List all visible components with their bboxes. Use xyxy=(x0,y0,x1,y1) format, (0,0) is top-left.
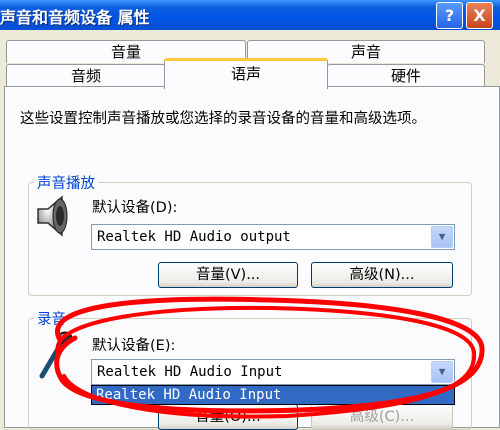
recording-advanced-button[interactable]: 高级(C)... xyxy=(311,404,453,430)
chevron-down-icon[interactable]: ▼ xyxy=(431,226,453,248)
recording-group-title: 录音 xyxy=(34,308,69,329)
close-button[interactable]: X xyxy=(466,2,493,29)
playback-device-value: Realtek HD Audio output xyxy=(97,229,291,245)
recording-dropdown-option[interactable]: Realtek HD Audio Input xyxy=(91,385,455,405)
recording-volume-button[interactable]: 音量(O)... xyxy=(158,404,298,430)
title-bar: 声音和音频设备 属性 ? X xyxy=(0,0,500,30)
help-button[interactable]: ? xyxy=(436,2,463,29)
playback-advanced-button[interactable]: 高级(N)... xyxy=(311,262,453,288)
speaker-icon xyxy=(37,195,68,237)
recording-dropdown-option-text: Realtek HD Audio Input xyxy=(96,387,282,403)
recording-device-select[interactable]: Realtek HD Audio Input ▼ xyxy=(91,359,455,385)
chevron-down-icon[interactable]: ▼ xyxy=(431,361,453,383)
microphone-icon xyxy=(39,331,73,379)
tab-hardware[interactable]: 硬件 xyxy=(327,64,485,87)
playback-device-label: 默认设备(D): xyxy=(92,200,178,216)
recording-device-label: 默认设备(E): xyxy=(92,338,176,354)
playback-volume-button[interactable]: 音量(V)... xyxy=(158,262,298,288)
description-text: 这些设置控制声音播放或您选择的录音设备的音量和高级选项。 xyxy=(20,111,426,127)
playback-group-title: 声音播放 xyxy=(34,172,98,193)
recording-device-value: Realtek HD Audio Input xyxy=(97,364,283,380)
tab-voice[interactable]: 语声 xyxy=(164,58,328,89)
tab-audio[interactable]: 音频 xyxy=(6,64,166,87)
playback-device-select[interactable]: Realtek HD Audio output ▼ xyxy=(91,224,455,250)
window-title: 声音和音频设备 属性 xyxy=(0,8,150,27)
